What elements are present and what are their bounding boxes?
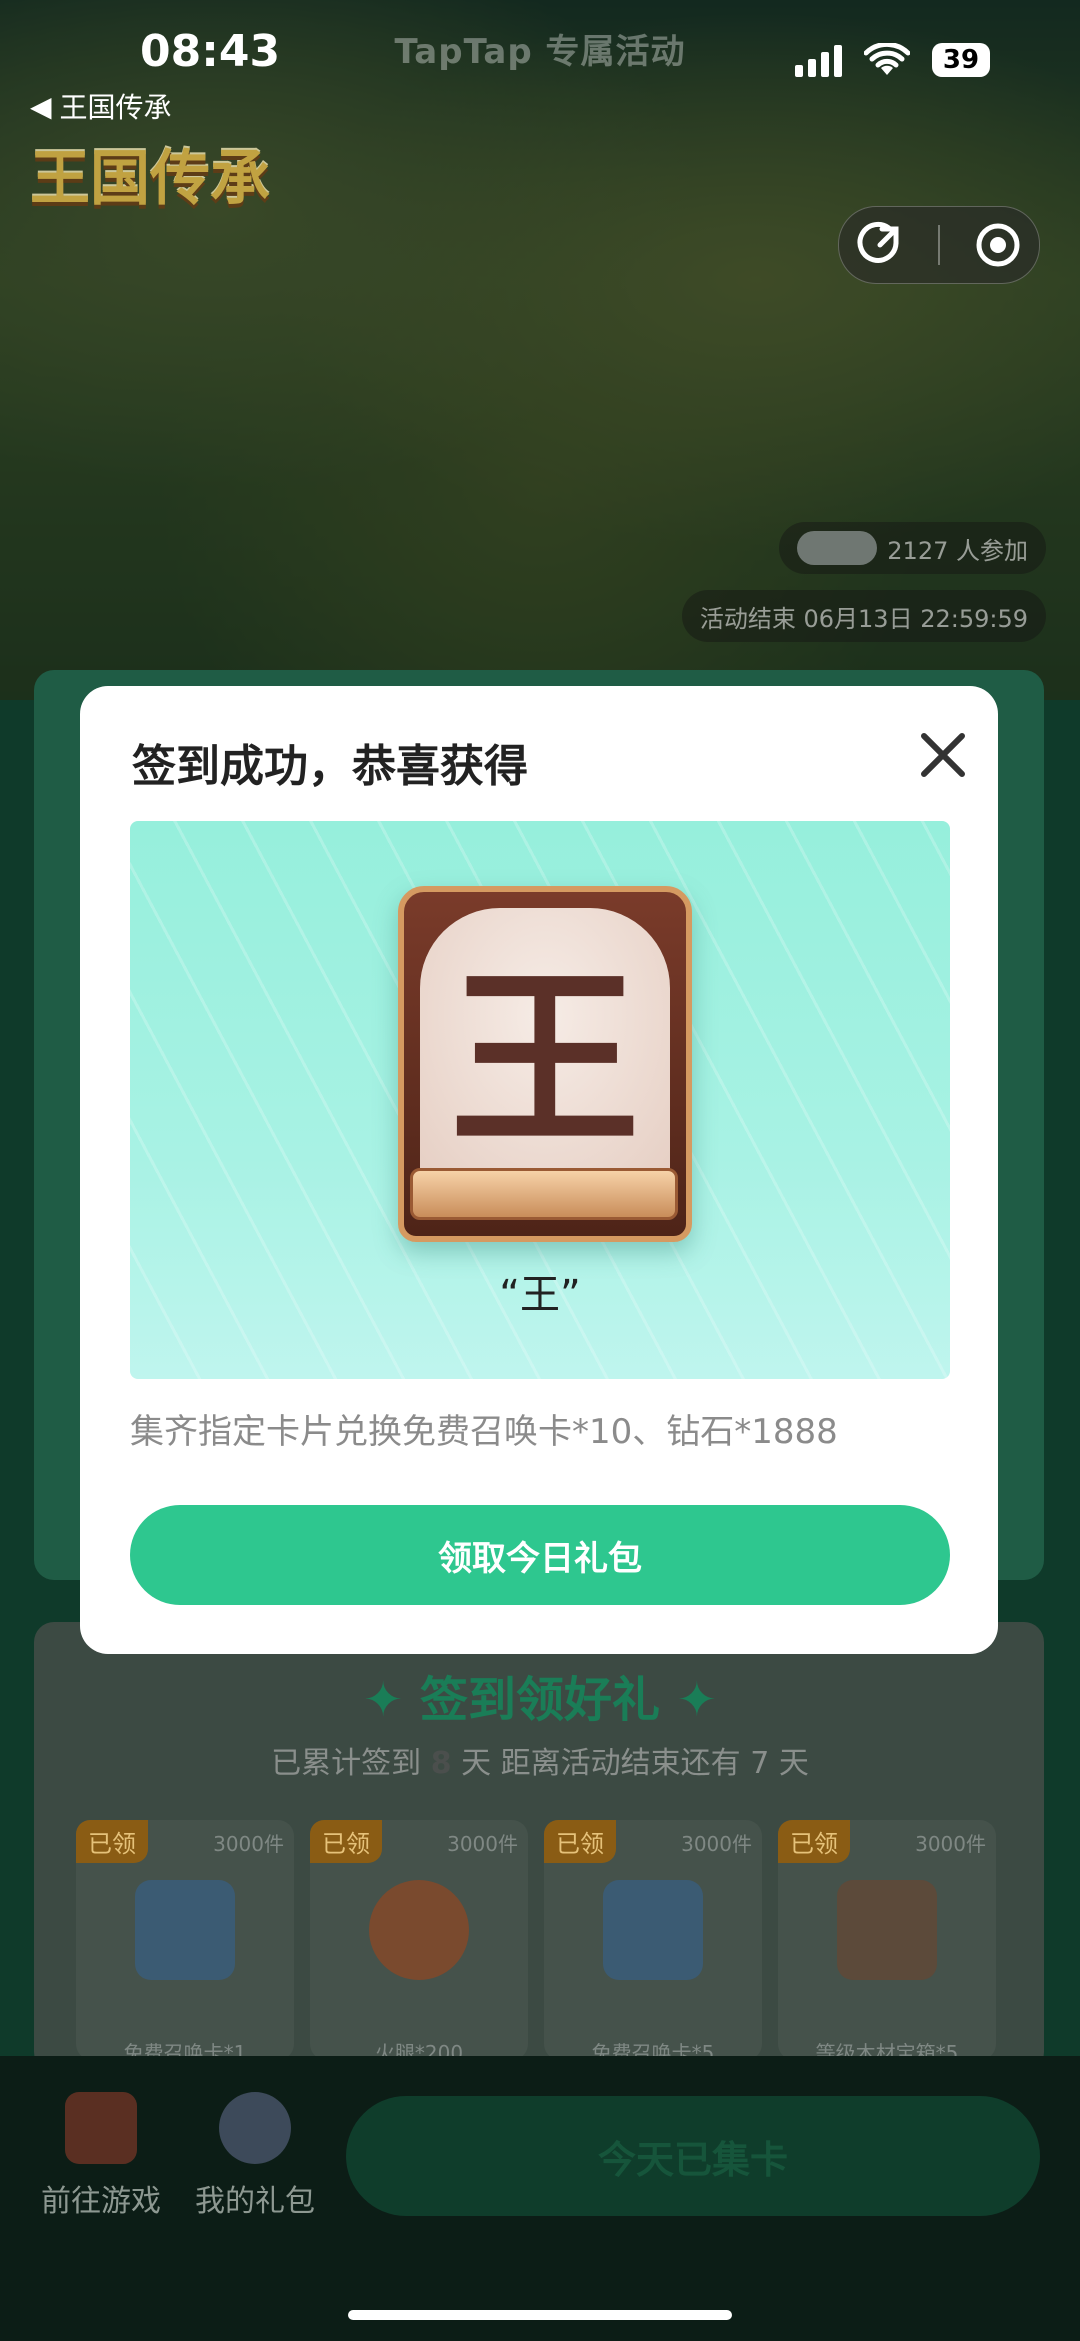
participants-count: 2127 人参加 [887,536,1028,565]
reward-count: 3000件 [213,1832,284,1856]
go-game-label: 前往游戏 [41,2184,161,2219]
reward-item[interactable]: 已领 3000件 火腿*200 [310,1820,528,2065]
end-time-badge: 活动结束 06月13日 22:59:59 [681,590,1046,642]
signin-title: ✦ 签到领好礼 ✦ [363,1672,717,1728]
reward-count: 3000件 [915,1832,986,1856]
capsule-menu [838,206,1040,284]
collect-card-button[interactable]: 今天已集卡 [346,2096,1040,2216]
card-scroll-decoration [410,1168,678,1220]
claimed-badge: 已领 [778,1820,850,1863]
summon-card-icon [135,1880,235,1980]
reward-count: 3000件 [447,1832,518,1856]
status-time: 08:43 [140,26,281,77]
status-icons: 39 [795,40,990,80]
dialog-title: 签到成功，恭喜获得 [132,741,528,792]
my-gifts-button[interactable]: 我的礼包 [180,2092,330,2220]
share-icon[interactable] [856,221,904,269]
close-icon[interactable] [916,728,970,782]
game-icon [65,2092,137,2164]
wang-card-icon: 王 [420,908,670,1178]
treasure-chest-icon [837,1880,937,1980]
ham-icon [369,1880,469,1980]
wifi-icon [864,43,910,75]
reward-item[interactable]: 已领 3000件 等级木材宝箱*5 [778,1820,996,2065]
reward-item[interactable]: 已领 3000件 免费召唤卡*1 [76,1820,294,2065]
go-game-button[interactable]: 前往游戏 [26,2092,176,2220]
participants-badge: 2127 人参加 [779,522,1046,574]
capsule-divider [938,225,940,265]
home-indicator [348,2310,732,2320]
dialog-description: 集齐指定卡片兑换免费召唤卡*10、钻石*1888 [130,1412,838,1452]
reward-list: 已领 3000件 免费召唤卡*1 已领 3000件 火腿*200 已领 3000… [76,1820,1006,2065]
summon-card-icon [603,1880,703,1980]
signin-subtitle: 已累计签到 8 天 距离活动结束还有 7 天 [271,1746,809,1781]
back-button[interactable]: ◀ 王国传承 [30,86,172,126]
game-logo: 王国传承 [30,144,270,214]
claimed-badge: 已领 [76,1820,148,1863]
back-arrow-icon: ◀ [30,89,52,123]
reward-item[interactable]: 已领 3000件 免费召唤卡*5 [544,1820,762,2065]
avatar-group [797,531,878,565]
record-icon[interactable] [974,221,1022,269]
signal-icon [795,43,842,77]
back-label: 王国传承 [59,91,172,124]
battery-indicator: 39 [932,43,990,77]
card-caption: “王” [499,1272,581,1318]
reward-count: 3000件 [681,1832,752,1856]
gift-avatar-icon [219,2092,291,2164]
claimed-badge: 已领 [544,1820,616,1863]
claim-gift-button[interactable]: 领取今日礼包 [130,1505,950,1605]
my-gifts-label: 我的礼包 [195,2184,315,2219]
claimed-badge: 已领 [310,1820,382,1863]
sparkle-icon: ✦ [660,1672,717,1728]
sparkle-icon: ✦ [363,1672,420,1728]
